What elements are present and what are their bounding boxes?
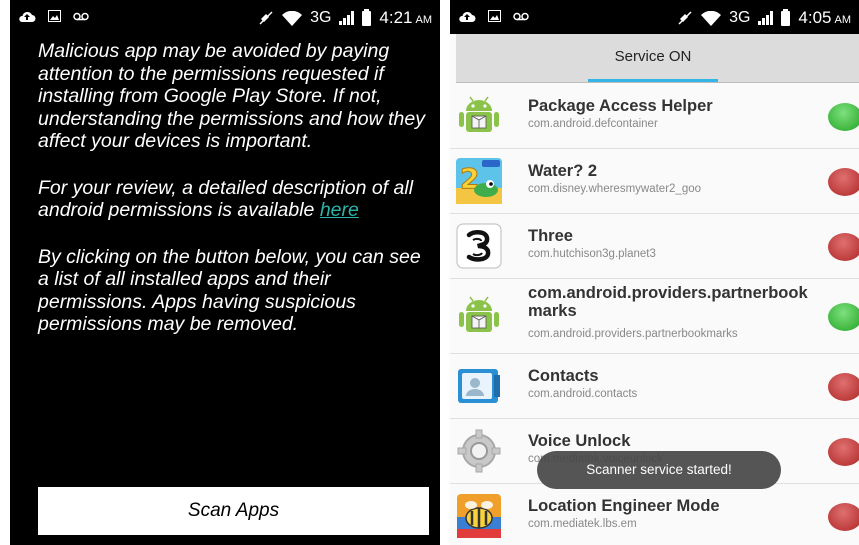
app-name: com.android.providers.partnerbookmarks <box>528 284 808 320</box>
tab-bar: Service ON <box>456 34 859 83</box>
app-name: Package Access Helper <box>528 97 713 115</box>
toast-message: Scanner service started! <box>537 451 781 489</box>
scan-paragraph: By clicking on the button below, you can… <box>38 245 421 336</box>
notification-icons <box>458 9 529 23</box>
app-row[interactable]: com.android.providers.partnerbookmarks c… <box>450 279 859 354</box>
three-logo-icon <box>456 223 502 269</box>
cloud-upload-icon <box>459 11 476 22</box>
app-package: com.mediatek.lbs.em <box>528 518 637 530</box>
network-type: 3G <box>729 9 751 26</box>
bee-icon <box>457 494 501 538</box>
status-indicator <box>828 303 859 331</box>
app-name: Three <box>528 227 573 245</box>
app-row[interactable]: 2 Water? 2 com.disney.wheresmywater2_goo <box>450 149 859 214</box>
clock-ampm: AM <box>834 14 852 26</box>
battery-icon <box>781 8 791 26</box>
app-row[interactable]: Contacts com.android.contacts <box>450 354 859 419</box>
permissions-link[interactable]: here <box>320 199 359 221</box>
status-bar: 3G 4:21 AM <box>10 0 440 34</box>
review-paragraph: For your review, a detailed description … <box>38 177 434 222</box>
info-text: Malicious app may be avoided by paying a… <box>38 40 434 360</box>
app-package: com.android.contacts <box>528 388 638 400</box>
contacts-icon <box>458 369 500 403</box>
clock: 4:05 <box>798 8 832 27</box>
status-indicators: 3G 4:05 AM <box>677 8 851 28</box>
water2-game-icon: 2 <box>456 158 502 204</box>
clock: 4:21 <box>379 8 413 27</box>
clock-ampm: AM <box>415 14 433 26</box>
muted-icon <box>259 11 273 25</box>
intro-paragraph: Malicious app may be avoided by paying a… <box>38 40 425 152</box>
signal-icon <box>758 11 774 25</box>
tab-service-on[interactable]: Service ON <box>588 44 718 74</box>
app-row[interactable]: Location Engineer Mode com.mediatek.lbs.… <box>450 484 859 545</box>
status-indicator <box>828 168 859 196</box>
voicemail-icon <box>513 12 529 20</box>
app-name: Location Engineer Mode <box>528 497 720 515</box>
status-indicator <box>828 233 859 261</box>
scan-apps-button[interactable]: Scan Apps <box>38 487 429 535</box>
app-name: Voice Unlock <box>528 432 631 450</box>
voicemail-icon <box>73 12 89 20</box>
notification-icons <box>18 9 89 23</box>
app-package: com.hutchison3g.planet3 <box>528 248 656 260</box>
status-indicator <box>828 503 859 531</box>
android-icon <box>459 296 499 332</box>
status-indicators: 3G 4:21 AM <box>258 8 432 28</box>
status-indicator <box>828 438 859 466</box>
image-icon <box>488 10 501 22</box>
wifi-icon <box>701 10 722 26</box>
status-indicator <box>828 373 859 401</box>
gear-icon <box>457 429 501 473</box>
app-name: Water? 2 <box>528 162 598 180</box>
wifi-icon <box>282 10 303 26</box>
network-type: 3G <box>310 9 332 26</box>
app-row[interactable]: Three com.hutchison3g.planet3 <box>450 214 859 279</box>
status-indicator <box>828 103 859 131</box>
signal-icon <box>339 11 355 25</box>
app-package: com.disney.wheresmywater2_goo <box>528 183 702 195</box>
cloud-upload-icon <box>19 11 36 22</box>
app-name: Contacts <box>528 367 599 385</box>
app-package: com.android.providers.partnerbookmarks <box>528 328 738 340</box>
android-icon <box>459 96 499 132</box>
image-icon <box>48 10 61 22</box>
battery-icon <box>362 8 372 26</box>
app-package: com.android.defcontainer <box>528 118 658 130</box>
left-screen: 3G 4:21 AM Malicious app may be avoided … <box>10 0 440 545</box>
app-row[interactable]: Package Access Helper com.android.defcon… <box>450 84 859 149</box>
muted-icon <box>678 11 692 25</box>
status-bar: 3G 4:05 AM <box>450 0 859 34</box>
tab-indicator <box>588 79 718 82</box>
